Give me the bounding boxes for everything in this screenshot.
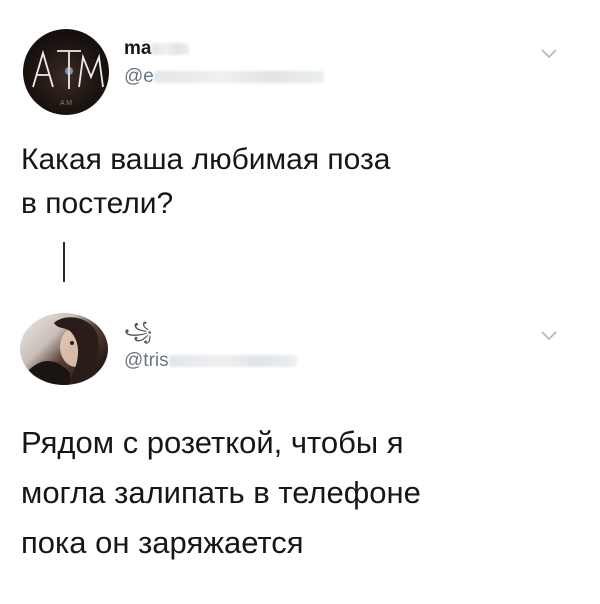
- tweet[interactable]: A M ma @e Какая ваша любимая поза в пост…: [0, 0, 600, 300]
- tweet-text: Рядом с розеткой, чтобы я могла залипать…: [21, 425, 421, 560]
- redacted-handle: [168, 354, 297, 367]
- tweet[interactable]: ꧁ @tris Рядом с розеткой, чтобы я могла …: [0, 300, 600, 604]
- avatar-logo-icon: A M: [32, 49, 104, 107]
- author-name-symbol[interactable]: ꧁: [124, 318, 152, 354]
- avatar[interactable]: A M: [23, 29, 109, 115]
- tweet-text: Какая ваша любимая поза в постели?: [21, 143, 391, 220]
- thread-connector: [63, 242, 65, 282]
- redacted-name: [151, 42, 190, 55]
- author-handle-text: @tris: [124, 350, 169, 371]
- author-handle[interactable]: @e: [124, 66, 324, 88]
- author-handle[interactable]: @tris: [124, 350, 297, 372]
- chevron-down-icon[interactable]: [540, 48, 558, 60]
- avatar[interactable]: [20, 313, 108, 385]
- author-name-text: ma: [124, 38, 152, 59]
- author-handle-text: @e: [124, 66, 154, 87]
- redacted-handle: [153, 70, 324, 83]
- svg-text:A M: A M: [60, 100, 72, 107]
- avatar-photo-icon: [26, 317, 99, 385]
- author-name[interactable]: ma: [124, 38, 190, 60]
- chevron-down-icon[interactable]: [540, 330, 558, 342]
